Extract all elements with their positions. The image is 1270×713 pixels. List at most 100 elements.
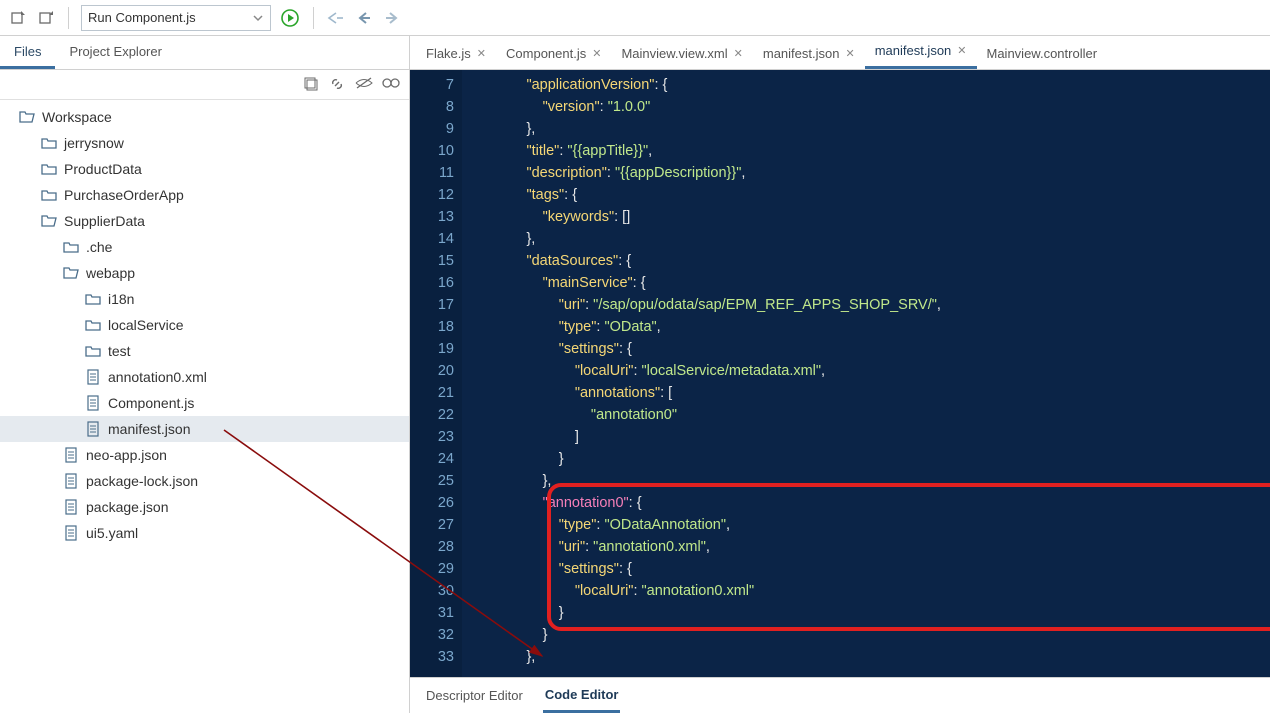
editor-tabs: Flake.js✕Component.js✕ Mainview.view.xml ✕…: [410, 36, 1270, 70]
editor-area: Flake.js✕Component.js✕ Mainview.view.xml ✕…: [410, 36, 1270, 713]
editor-tab-0[interactable]: Flake.js✕: [416, 38, 496, 69]
tree-item-webapp[interactable]: webapp: [0, 260, 409, 286]
tree-item-SupplierData[interactable]: SupplierData: [0, 208, 409, 234]
tree-item-ui5.yaml[interactable]: ui5.yaml: [0, 520, 409, 546]
editor-tab-5[interactable]: Mainview.controller: [977, 38, 1108, 69]
tree-item-package.json[interactable]: package.json: [0, 494, 409, 520]
line-number: 29: [410, 558, 454, 580]
hide-icon[interactable]: [355, 76, 373, 94]
tree-item-manifest.json[interactable]: manifest.json: [0, 416, 409, 442]
tab-label: manifest.json: [875, 43, 952, 58]
tree-item-Component.js[interactable]: Component.js: [0, 390, 409, 416]
line-number: 33: [410, 646, 454, 668]
divider: [68, 7, 69, 29]
nav-forward-icon[interactable]: [382, 8, 402, 28]
close-icon[interactable]: ✕: [845, 47, 854, 60]
run-button[interactable]: [279, 7, 301, 29]
code-line: "type": "ODataAnnotation",: [462, 514, 1270, 536]
code-line: "localUri": "annotation0.xml": [462, 580, 1270, 602]
line-number: 23: [410, 426, 454, 448]
editor-tab-3[interactable]: manifest.json✕: [753, 38, 865, 69]
editor-tab-1[interactable]: Component.js✕: [496, 38, 611, 69]
export-icon[interactable]: [36, 8, 56, 28]
close-icon[interactable]: ✕: [592, 47, 601, 60]
line-number: 22: [410, 404, 454, 426]
tab-label: Mainview.controller: [987, 46, 1098, 61]
file-tree[interactable]: Workspace jerrysnow ProductData PurchaseOrd…: [0, 100, 409, 713]
close-icon[interactable]: ✕: [477, 47, 486, 60]
line-number: 26: [410, 492, 454, 514]
code-line: },: [462, 470, 1270, 492]
tree-label: Component.js: [108, 395, 194, 411]
tree-label: PurchaseOrderApp: [64, 187, 184, 203]
line-number: 16: [410, 272, 454, 294]
folder-icon: [40, 160, 58, 178]
folder-icon: [84, 342, 102, 360]
code-line: "annotation0": [462, 404, 1270, 426]
code-line: "localUri": "localService/metadata.xml",: [462, 360, 1270, 382]
view-icon[interactable]: [381, 76, 399, 94]
code-line: "applicationVersion": {: [462, 74, 1270, 96]
link-icon[interactable]: [329, 76, 347, 94]
tree-label: package.json: [86, 499, 169, 515]
divider: [313, 7, 314, 29]
tree-label: Workspace: [42, 109, 112, 125]
tree-item-.che[interactable]: .che: [0, 234, 409, 260]
tree-label: SupplierData: [64, 213, 145, 229]
tree-label: i18n: [108, 291, 134, 307]
import-icon[interactable]: [8, 8, 28, 28]
file-icon: [62, 498, 80, 516]
folder-open-icon: [18, 108, 36, 126]
line-number: 7: [410, 74, 454, 96]
tree-label: webapp: [86, 265, 135, 281]
tab-label: Mainview.view.xml: [621, 46, 727, 61]
tree-item-PurchaseOrderApp[interactable]: PurchaseOrderApp: [0, 182, 409, 208]
code-editor[interactable]: 7891011121314151617181920212223242526272…: [410, 70, 1270, 677]
editor-tab-4[interactable]: manifest.json ✕: [865, 36, 977, 69]
tree-item-localService[interactable]: localService: [0, 312, 409, 338]
folder-icon: [84, 316, 102, 334]
code-line: "settings": {: [462, 558, 1270, 580]
tree-label: manifest.json: [108, 421, 190, 437]
tree-item-i18n[interactable]: i18n: [0, 286, 409, 312]
editor-tab-2[interactable]: Mainview.view.xml ✕: [611, 38, 752, 69]
file-icon: [62, 524, 80, 542]
code-content: "applicationVersion": { "version": "1.0.…: [462, 74, 1270, 668]
sidebar-tab-project-explorer[interactable]: Project Explorer: [55, 36, 175, 69]
main-layout: FilesProject Explorer Workspace jerrysnow…: [0, 36, 1270, 713]
close-icon[interactable]: ✕: [957, 44, 966, 57]
code-line: "settings": {: [462, 338, 1270, 360]
tree-item-package-lock.json[interactable]: package-lock.json: [0, 468, 409, 494]
file-icon: [84, 394, 102, 412]
run-config-dropdown[interactable]: Run Component.js: [81, 5, 271, 31]
tree-item-annotation0.xml[interactable]: annotation0.xml: [0, 364, 409, 390]
top-toolbar: Run Component.js: [0, 0, 1270, 36]
sidebar-toolbar: [0, 70, 409, 100]
code-line: }: [462, 624, 1270, 646]
file-icon: [84, 368, 102, 386]
tree-item-Workspace[interactable]: Workspace: [0, 104, 409, 130]
folder-icon: [84, 290, 102, 308]
line-number: 12: [410, 184, 454, 206]
line-number: 21: [410, 382, 454, 404]
line-number: 32: [410, 624, 454, 646]
close-icon[interactable]: ✕: [734, 47, 743, 60]
tree-item-jerrysnow[interactable]: jerrysnow: [0, 130, 409, 156]
step-back-icon[interactable]: [326, 8, 346, 28]
tree-item-neo-app.json[interactable]: neo-app.json: [0, 442, 409, 468]
bottom-tab-descriptor-editor[interactable]: Descriptor Editor: [424, 680, 525, 711]
editor-bottom-tabs: Descriptor Editor Code Editor: [410, 677, 1270, 713]
code-line: },: [462, 228, 1270, 250]
folder-open-icon: [62, 264, 80, 282]
code-line: "tags": {: [462, 184, 1270, 206]
bottom-tab-code-editor[interactable]: Code Editor: [543, 679, 621, 713]
tree-item-ProductData[interactable]: ProductData: [0, 156, 409, 182]
line-number: 19: [410, 338, 454, 360]
sidebar-tab-files[interactable]: Files: [0, 36, 55, 69]
collapse-all-icon[interactable]: [303, 76, 321, 94]
tree-item-test[interactable]: test: [0, 338, 409, 364]
code-line: }: [462, 448, 1270, 470]
nav-back-icon[interactable]: [354, 8, 374, 28]
code-line: "uri": "/sap/opu/odata/sap/EPM_REF_APPS_…: [462, 294, 1270, 316]
tree-label: jerrysnow: [64, 135, 124, 151]
